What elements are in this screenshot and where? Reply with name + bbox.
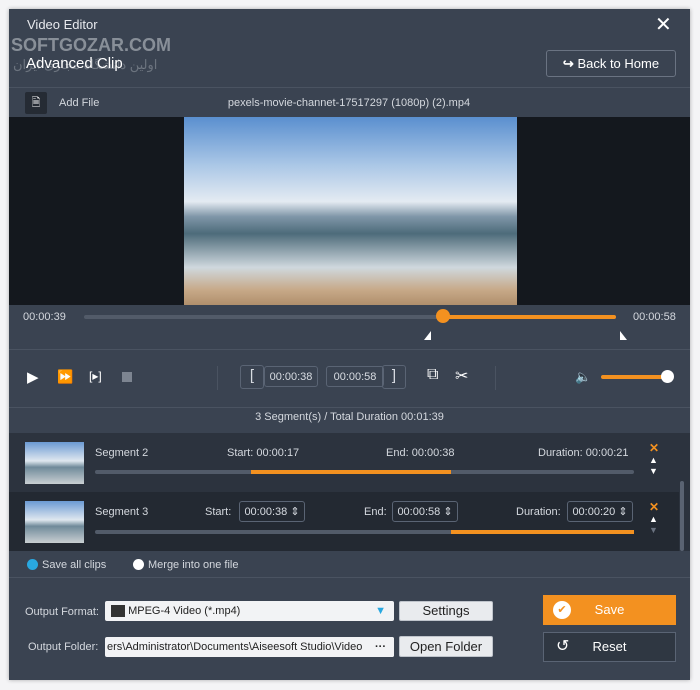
video-editor-window: Video Editor ✕ SOFTGOZAR.COM اولین دانشگ… <box>9 9 690 680</box>
volume-slider[interactable] <box>601 375 667 379</box>
save-label: Save <box>594 602 625 617</box>
output-folder-label: Output Folder: <box>28 641 99 653</box>
reset-label: Reset <box>592 639 627 654</box>
browse-button[interactable]: ··· <box>367 637 394 657</box>
folder-value: ers\Administrator\Documents\Aiseesoft St… <box>107 641 363 653</box>
segment-track <box>95 470 634 474</box>
segment-track <box>95 530 634 534</box>
save-all-radio[interactable] <box>27 559 38 570</box>
back-arrow-icon: ↪ <box>562 56 574 71</box>
end-label: End: <box>364 506 387 518</box>
volume-icon[interactable]: 🔈 <box>575 369 591 385</box>
delete-segment-icon[interactable]: ✕ <box>649 441 659 455</box>
format-value: MPEG-4 Video (*.mp4) <box>128 605 241 617</box>
set-start-button[interactable]: [ <box>240 365 264 389</box>
add-file-button[interactable]: Add File <box>59 97 99 109</box>
back-to-home-button[interactable]: ↪ Back to Home <box>546 50 676 77</box>
move-down-icon[interactable]: ▼ <box>649 466 658 476</box>
segment-start-spinner[interactable]: 00:00:38 ⇕ <box>239 501 305 522</box>
segment-end-spinner[interactable]: 00:00:58 ⇕ <box>392 501 458 522</box>
page-title: Advanced Clip <box>26 55 123 72</box>
split-scissors-icon[interactable]: ✂ <box>455 366 468 386</box>
timeline-left-time: 00:00:39 <box>23 311 66 323</box>
timeline-right-time: 00:00:58 <box>633 311 676 323</box>
move-down-icon[interactable]: ▼ <box>649 525 658 535</box>
start-label: Start: <box>227 447 254 459</box>
reset-icon: ↺ <box>556 638 570 655</box>
segment-range <box>251 470 451 474</box>
segment-name: Segment 3 <box>95 506 149 518</box>
segment-duration-spinner[interactable]: 00:00:20 ⇕ <box>567 501 633 522</box>
end-time-input[interactable]: 00:00:58 <box>326 366 384 387</box>
open-folder-button[interactable]: Open Folder <box>399 636 493 657</box>
video-preview <box>9 117 690 305</box>
end-label: End: <box>386 447 409 459</box>
save-all-label[interactable]: Save all clips <box>42 559 106 571</box>
dropdown-arrow-icon[interactable]: ▼ <box>375 601 386 621</box>
duration-value: 00:00:21 <box>585 447 629 459</box>
check-icon: ✔ <box>553 601 571 619</box>
window-title: Video Editor <box>27 17 98 32</box>
settings-button[interactable]: Settings <box>399 601 493 621</box>
merge-radio[interactable] <box>133 559 144 570</box>
add-file-icon[interactable]: 🗎 <box>25 92 47 114</box>
range-start-marker[interactable] <box>424 331 431 340</box>
output-format-select[interactable]: MPEG-4 Video (*.mp4) ▼ <box>105 601 394 621</box>
playhead-handle[interactable] <box>436 309 450 323</box>
watermark: SOFTGOZAR.COM <box>11 35 171 55</box>
segment-summary: 3 Segment(s) / Total Duration 00:01:39 <box>255 411 444 423</box>
duration-label: Duration: <box>538 447 583 459</box>
start-label: Start: <box>205 506 232 518</box>
save-button[interactable]: ✔ Save <box>543 595 676 625</box>
segment-thumbnail <box>25 501 84 543</box>
close-icon[interactable]: ✕ <box>655 12 672 37</box>
add-segment-icon[interactable]: ⧉ <box>427 366 438 384</box>
video-frame <box>184 117 517 305</box>
segment-list: Segment 2 Start: 00:00:17 End: 00:00:38 … <box>9 433 690 551</box>
delete-segment-icon[interactable]: ✕ <box>649 500 659 514</box>
stop-icon[interactable] <box>122 372 132 382</box>
segment-thumbnail <box>25 442 84 484</box>
set-end-button[interactable]: ] <box>382 365 406 389</box>
reset-button[interactable]: ↺ Reset <box>543 632 676 662</box>
segment-list-scrollbar[interactable] <box>680 481 684 551</box>
duration-label: Duration: <box>516 506 561 518</box>
output-folder-input[interactable]: ers\Administrator\Documents\Aiseesoft St… <box>105 637 394 657</box>
start-value: 00:00:17 <box>256 447 300 459</box>
output-format-label: Output Format: <box>25 606 99 618</box>
volume-handle[interactable] <box>661 370 674 383</box>
play-selection-icon[interactable]: [▸] <box>89 369 102 383</box>
move-up-icon[interactable]: ▲ <box>649 514 658 524</box>
divider <box>217 366 218 390</box>
move-up-icon[interactable]: ▲ <box>649 455 658 465</box>
back-label: Back to Home <box>577 56 660 71</box>
segment-range <box>450 530 634 534</box>
play-icon[interactable]: ▶ <box>27 368 39 386</box>
divider <box>495 366 496 390</box>
timeline-selected-range <box>441 315 616 319</box>
filename: pexels-movie-channet-17517297 (1080p) (2… <box>227 97 471 109</box>
end-value: 00:00:38 <box>411 447 455 459</box>
merge-label[interactable]: Merge into one file <box>148 559 239 571</box>
range-end-marker[interactable] <box>620 331 627 340</box>
segment-row[interactable]: Segment 2 Start: 00:00:17 End: 00:00:38 … <box>9 433 679 492</box>
start-time-input[interactable]: 00:00:38 <box>264 366 318 387</box>
mpeg-icon <box>111 605 125 618</box>
fast-forward-icon[interactable]: ⏩ <box>57 369 73 385</box>
segment-name: Segment 2 <box>95 447 149 459</box>
segment-row-selected[interactable]: Segment 3 Start: 00:00:38 ⇕ End: 00:00:5… <box>9 492 679 551</box>
